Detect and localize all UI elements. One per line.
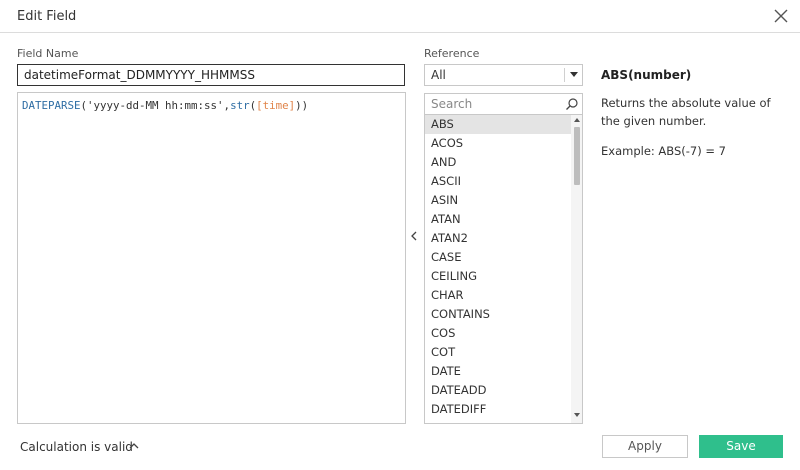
function-list-item[interactable]: CEILING: [425, 267, 571, 286]
formula-function-str: str: [230, 99, 250, 112]
function-list-scrollbar[interactable]: [571, 115, 582, 423]
function-list-item[interactable]: AND: [425, 153, 571, 172]
function-search-input[interactable]: [425, 94, 575, 114]
save-button[interactable]: Save: [699, 435, 783, 458]
function-list-item[interactable]: COS: [425, 324, 571, 343]
function-list-item[interactable]: DATE: [425, 362, 571, 381]
close-icon[interactable]: [772, 7, 790, 25]
function-list-item[interactable]: ACOS: [425, 134, 571, 153]
scroll-thumb[interactable]: [574, 127, 580, 185]
function-example: Example: ABS(-7) = 7: [601, 144, 726, 158]
dialog-title: Edit Field: [17, 9, 77, 24]
function-signature: ABS(number): [601, 68, 692, 82]
function-list-item[interactable]: ASCII: [425, 172, 571, 191]
dialog-titlebar: Edit Field: [0, 0, 800, 33]
formula-field-reference: [time]: [256, 99, 296, 112]
field-name-label: Field Name: [17, 47, 79, 60]
function-list-item[interactable]: ABS: [425, 115, 571, 134]
scroll-up-icon[interactable]: [574, 118, 580, 122]
function-description: Returns the absolute value of the given …: [601, 96, 771, 128]
function-list-item[interactable]: CONTAINS: [425, 305, 571, 324]
formula-editor[interactable]: DATEPARSE('yyyy-dd-MM hh:mm:ss',str([tim…: [17, 92, 406, 424]
function-search: [424, 93, 583, 115]
reference-category-select[interactable]: All: [424, 64, 583, 86]
reference-category-value: All: [431, 68, 446, 82]
chevron-left-icon[interactable]: [407, 228, 421, 244]
function-list-item[interactable]: ASIN: [425, 191, 571, 210]
field-name-input[interactable]: [17, 64, 405, 86]
function-list-item[interactable]: CASE: [425, 248, 571, 267]
function-list-item[interactable]: DATEDIFF: [425, 400, 571, 419]
apply-button[interactable]: Apply: [602, 435, 688, 458]
formula-punct-2: ',: [217, 99, 231, 112]
formula-function-dateparse: DATEPARSE: [22, 99, 81, 112]
function-list-item[interactable]: ATAN2: [425, 229, 571, 248]
caret-down-icon: [570, 72, 578, 77]
function-list-item[interactable]: DATEADD: [425, 381, 571, 400]
formula-code: DATEPARSE('yyyy-dd-MM hh:mm:ss',str([tim…: [22, 99, 308, 112]
chevron-up-icon[interactable]: [128, 440, 140, 452]
formula-string-literal: yyyy-dd-MM hh:mm:ss: [93, 99, 218, 112]
function-list-item[interactable]: CHAR: [425, 286, 571, 305]
function-list: ABS ACOS AND ASCII ASIN ATAN ATAN2 CASE CEILING C…: [424, 115, 583, 424]
select-divider: [564, 68, 565, 82]
formula-punct-4: )): [295, 99, 309, 112]
scroll-down-icon[interactable]: [574, 413, 580, 417]
formula-punct-1: (': [80, 99, 94, 112]
search-icon[interactable]: [565, 97, 579, 111]
function-list-item[interactable]: ATAN: [425, 210, 571, 229]
function-list-item[interactable]: COT: [425, 343, 571, 362]
calculation-status[interactable]: Calculation is valid: [20, 440, 133, 454]
reference-label: Reference: [424, 47, 480, 60]
